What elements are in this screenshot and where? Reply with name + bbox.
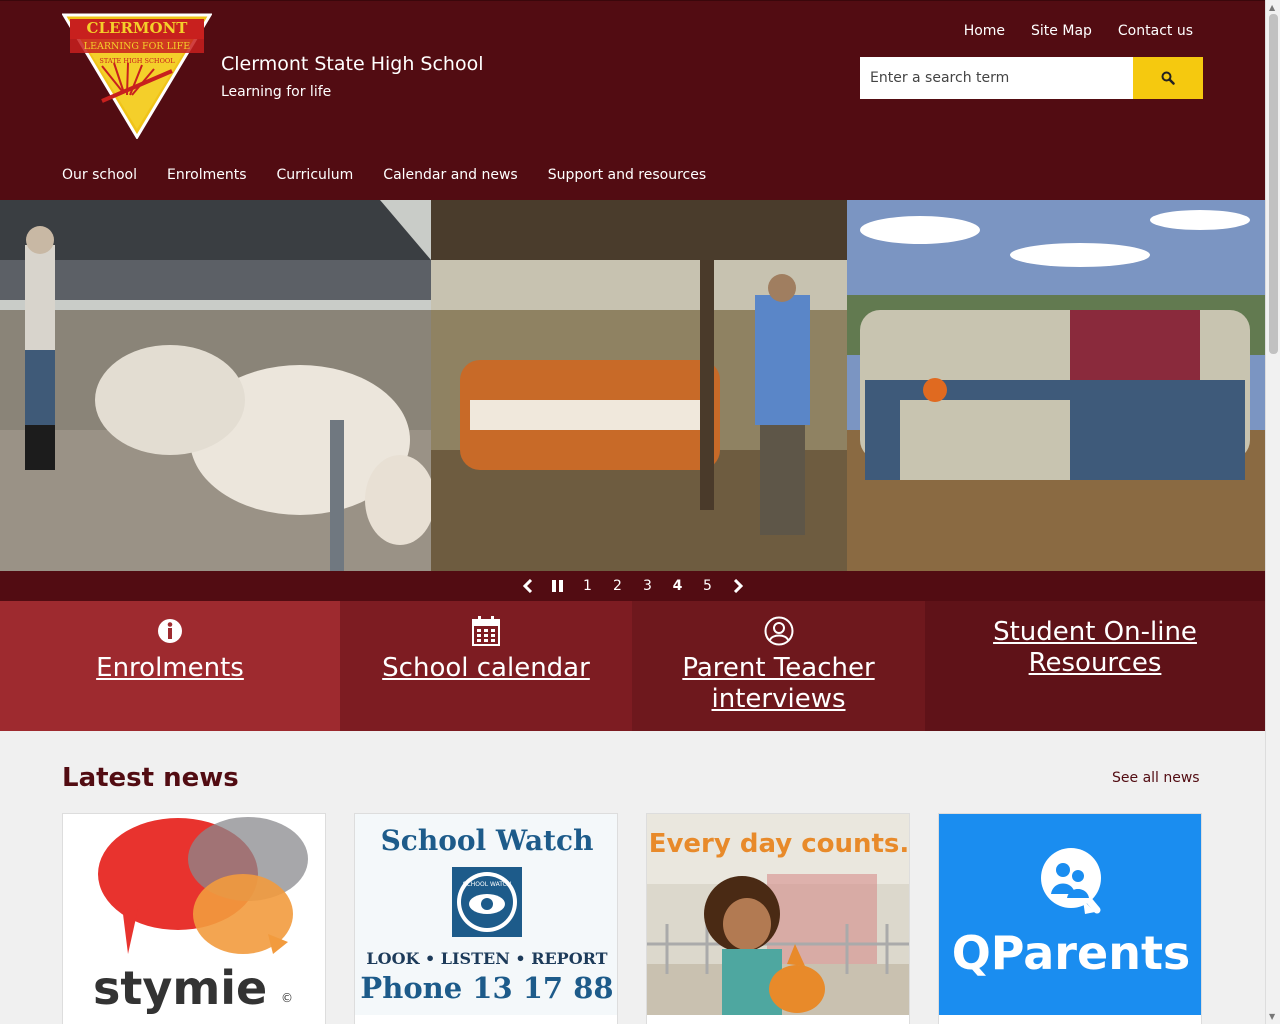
news-card-image: stymie ©: [63, 814, 325, 1015]
see-all-news-link[interactable]: See all news: [1112, 770, 1200, 786]
calendar-icon: [472, 615, 500, 647]
chevron-right-icon: [733, 579, 743, 593]
every-day-counts-title: Every day counts.: [649, 829, 910, 859]
news-card-every-day-counts[interactable]: Every day counts.: [646, 813, 910, 1024]
site-name[interactable]: Clermont State High School: [221, 53, 484, 75]
carousel-page-4[interactable]: 4: [663, 578, 693, 594]
school-watch-title: School Watch: [381, 824, 594, 857]
nav-curriculum[interactable]: Curriculum: [277, 167, 354, 183]
tile-school-calendar[interactable]: School calendar: [340, 601, 632, 731]
qparents-wordmark: QParents: [952, 926, 1191, 980]
user-circle-icon: [764, 615, 794, 647]
nav-support-and-resources[interactable]: Support and resources: [548, 167, 706, 183]
info-icon: [157, 615, 183, 647]
news-card-image: Every day counts.: [647, 814, 910, 1015]
search-button[interactable]: [1133, 57, 1203, 99]
nav-calendar-and-news[interactable]: Calendar and news: [383, 167, 517, 183]
search-icon: [1161, 71, 1175, 85]
carousel-slide-image: [0, 200, 1265, 571]
school-watch-badge: SCHOOL WATCH: [463, 881, 511, 888]
nav-our-school[interactable]: Our school: [62, 167, 137, 183]
page-scrollbar[interactable]: ▲ ▼: [1265, 0, 1280, 1024]
pause-icon: [551, 580, 563, 592]
util-link-contact-us[interactable]: Contact us: [1118, 23, 1193, 39]
scroll-up-arrow-icon[interactable]: ▲: [1269, 3, 1275, 12]
logo-text-top: CLERMONT: [87, 19, 189, 37]
carousel-page-5[interactable]: 5: [693, 578, 723, 594]
quick-link-tiles: Enrolments School calendar Parent Teache…: [0, 601, 1265, 731]
search-form: [860, 57, 1203, 99]
news-card-stymie[interactable]: stymie ©: [62, 813, 326, 1024]
main-nav: Our school Enrolments Curriculum Calenda…: [62, 167, 706, 183]
site-tagline: Learning for life: [221, 84, 332, 100]
tile-label: Student On-line Resources: [993, 617, 1197, 678]
school-logo[interactable]: CLERMONT LEARNING FOR LIFE STATE HIGH SC…: [62, 11, 212, 139]
tile-label: School calendar: [382, 653, 590, 683]
tile-label: Enrolments: [96, 653, 244, 683]
school-watch-slogan: LOOK • LISTEN • REPORT: [366, 949, 607, 968]
scroll-thumb[interactable]: [1269, 14, 1278, 354]
utility-nav: Home Site Map Contact us: [964, 23, 1193, 39]
util-link-home[interactable]: Home: [964, 23, 1005, 39]
tile-enrolments[interactable]: Enrolments: [0, 601, 340, 731]
news-card-qparents[interactable]: QParents: [938, 813, 1202, 1024]
carousel-prev-button[interactable]: [513, 571, 543, 601]
search-input[interactable]: [860, 57, 1133, 99]
chevron-left-icon: [522, 579, 532, 593]
stymie-copyright-mark: ©: [281, 991, 293, 1005]
news-cards: stymie © School Watch SCHOOL WATCH LOOK …: [62, 813, 1202, 1024]
hero-carousel[interactable]: [0, 200, 1265, 571]
tile-student-online-resources[interactable]: Student On-line Resources: [925, 601, 1265, 731]
carousel-page-2[interactable]: 2: [603, 578, 633, 594]
carousel-page-1[interactable]: 1: [573, 578, 603, 594]
util-link-site-map[interactable]: Site Map: [1031, 23, 1092, 39]
logo-text-motto: LEARNING FOR LIFE: [84, 41, 190, 52]
carousel-next-button[interactable]: [723, 571, 753, 601]
nav-enrolments[interactable]: Enrolments: [167, 167, 247, 183]
latest-news-heading: Latest news: [62, 763, 239, 793]
scroll-down-arrow-icon[interactable]: ▼: [1269, 1012, 1275, 1021]
news-card-image: QParents: [939, 814, 1201, 1015]
news-card-school-watch[interactable]: School Watch SCHOOL WATCH LOOK • LISTEN …: [354, 813, 618, 1024]
stymie-wordmark: stymie: [93, 961, 267, 1015]
tile-parent-teacher-interviews[interactable]: Parent Teacher interviews: [632, 601, 925, 731]
school-watch-phone: Phone 13 17 88: [360, 971, 613, 1005]
news-card-image: School Watch SCHOOL WATCH LOOK • LISTEN …: [355, 814, 617, 1015]
tile-label: Parent Teacher interviews: [682, 653, 875, 714]
carousel-controls: 1 2 3 4 5: [0, 571, 1265, 601]
carousel-pause-button[interactable]: [543, 571, 573, 601]
site-header: CLERMONT LEARNING FOR LIFE STATE HIGH SC…: [0, 0, 1265, 200]
logo-text-sub: STATE HIGH SCHOOL: [99, 57, 175, 65]
carousel-page-3[interactable]: 3: [633, 578, 663, 594]
